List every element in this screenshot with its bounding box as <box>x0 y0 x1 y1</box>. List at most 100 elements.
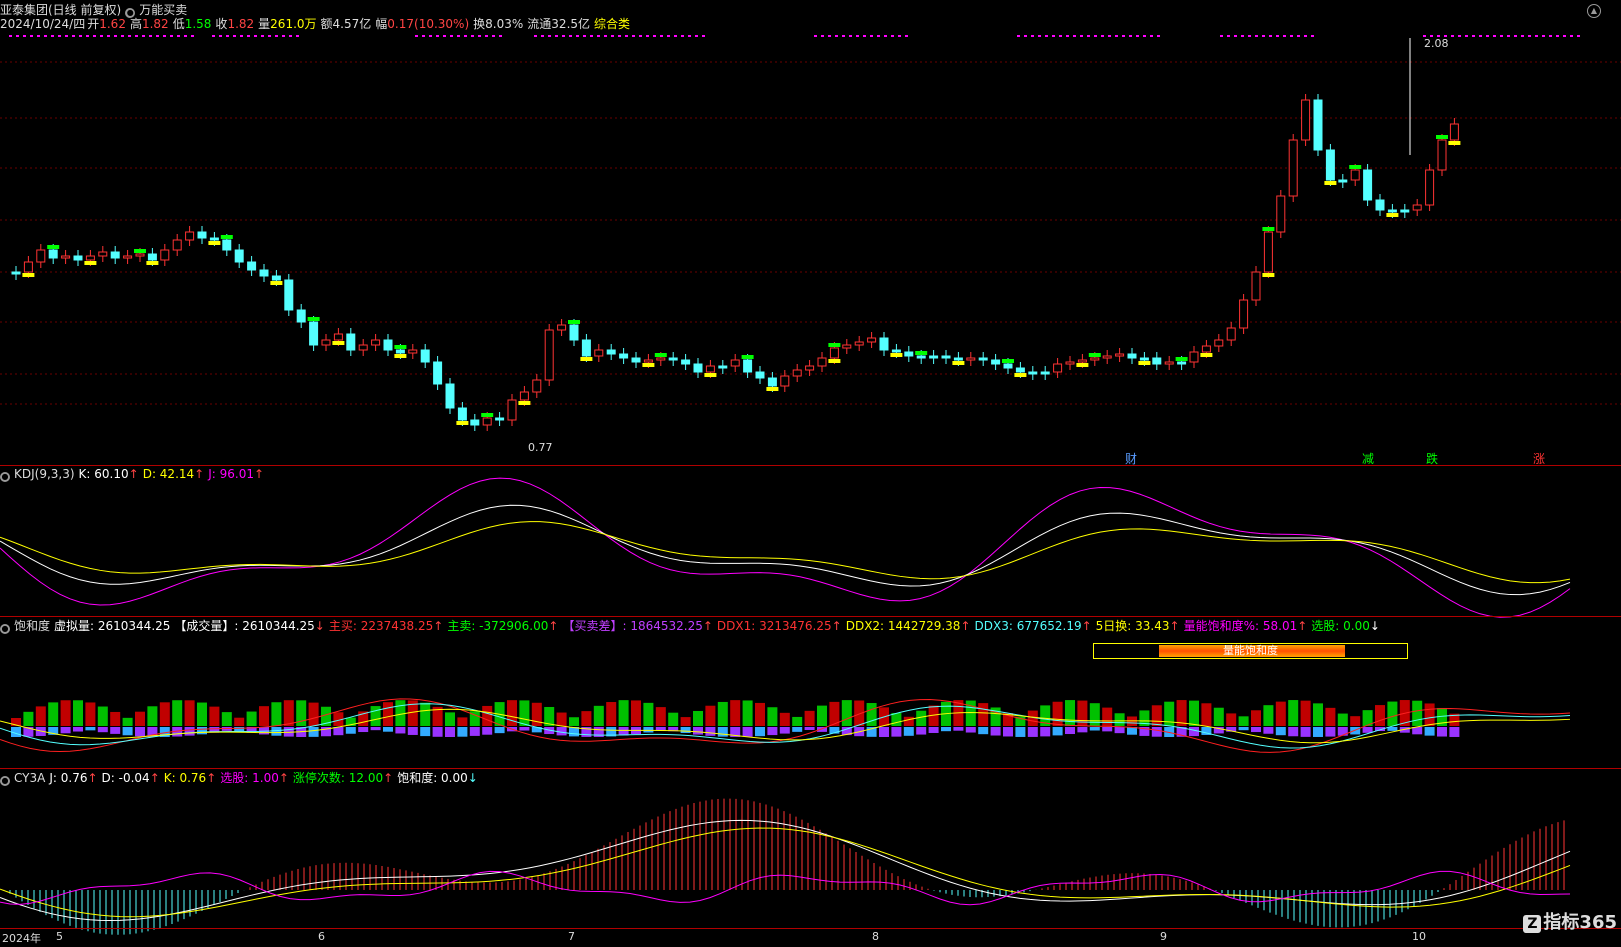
sat-bar-down <box>432 727 443 737</box>
sat-bar-up <box>110 711 121 726</box>
signal-bar-yellow <box>332 341 345 345</box>
signal-dot <box>1234 35 1237 37</box>
candle-body <box>631 357 641 363</box>
candle-body <box>147 253 157 261</box>
sat-bar-up <box>97 706 108 726</box>
panel-divider[interactable] <box>0 465 1621 466</box>
candle-body <box>284 279 294 311</box>
signal-dot <box>1150 35 1153 37</box>
kdj-settings-icon[interactable]: ● <box>0 472 10 482</box>
sat-bar-up <box>680 717 691 726</box>
signal-dot <box>93 35 96 37</box>
signal-dot <box>1570 35 1573 37</box>
sat-bar-down <box>110 727 121 734</box>
cy3a-settings-icon[interactable]: ● <box>0 776 10 786</box>
sat-settings-icon[interactable]: ● <box>0 624 10 634</box>
sat-bar-down <box>879 727 889 737</box>
panel-divider[interactable] <box>0 616 1621 617</box>
signal-dot <box>492 35 495 37</box>
candle-body <box>470 419 480 426</box>
signal-dot <box>1577 35 1580 37</box>
sat-bar-up <box>593 705 604 726</box>
sat-bar-up <box>1238 716 1249 726</box>
cy3a-ztcs: 涨停次数: 12.00 <box>292 771 384 785</box>
signal-bar-green <box>134 249 146 253</box>
kdj-name[interactable]: KDJ(9,3,3) <box>14 467 75 481</box>
signal-bar-yellow <box>1138 361 1151 365</box>
signal-dot <box>79 35 82 37</box>
candle-body <box>916 355 926 359</box>
cy3a-name[interactable]: CY3A <box>14 771 45 785</box>
sat-bar-down <box>1151 727 1162 737</box>
sat-bar-down <box>1114 727 1125 734</box>
candle-body <box>445 383 455 409</box>
candle-body <box>941 355 951 359</box>
sat-bar-up <box>866 703 877 726</box>
signal-dot <box>65 35 68 37</box>
signal-dot <box>1227 35 1230 37</box>
sat-bar-down <box>445 727 455 737</box>
sat-bar-down <box>370 727 381 731</box>
signal-dot <box>1066 35 1069 37</box>
signal-dot <box>170 35 173 37</box>
signal-dot <box>1465 35 1468 37</box>
signal-bar-yellow <box>84 261 97 265</box>
signal-dot <box>51 35 54 37</box>
candle-body <box>23 261 33 273</box>
sat-bar-up <box>1350 716 1361 726</box>
signal-dot <box>1255 35 1258 37</box>
sat-bar-up <box>841 700 852 726</box>
signal-dot <box>1031 35 1034 37</box>
sat-bar-down <box>680 727 691 733</box>
sat-bar-up <box>197 702 207 726</box>
cy3a-xg: 选股: 1.00 <box>220 771 279 785</box>
signal-dot <box>114 35 117 37</box>
signal-dot <box>597 35 600 37</box>
signal-bar-green <box>568 320 580 324</box>
sat-xnl: 虚拟量: 2610344.25 <box>54 619 171 633</box>
cy3a-header: ● CY3A J: 0.76↑ D: -0.04↑ K: 0.76↑ 选股: 1.00↑ 涨… <box>0 771 478 786</box>
sat-bar-up <box>271 702 282 726</box>
candle-body <box>557 324 567 331</box>
signal-dot <box>191 35 194 37</box>
axis-month: 6 <box>318 930 325 943</box>
signal-dot <box>415 35 418 37</box>
sat-name[interactable]: 饱和度 <box>14 619 50 633</box>
signal-dot <box>499 35 502 37</box>
panel-divider[interactable] <box>0 768 1621 769</box>
candle-body <box>309 321 319 346</box>
sat-bar-down <box>916 727 927 735</box>
signal-dot <box>16 35 19 37</box>
candle-body <box>904 351 914 357</box>
sat-bar-down <box>767 727 778 736</box>
signal-dot <box>58 35 61 37</box>
sat-ddx1: DDX1: 3213476.25 <box>716 619 832 633</box>
signal-bar-yellow <box>456 421 469 425</box>
sat-bar-down <box>135 727 145 737</box>
signal-dot <box>219 35 222 37</box>
signal-dot <box>450 35 453 37</box>
signal-dot <box>681 35 684 37</box>
signal-dot <box>1535 35 1538 37</box>
candle-body <box>730 359 740 367</box>
signal-dot <box>1269 35 1272 37</box>
signal-dot <box>625 35 628 37</box>
sat-bar-up <box>1300 700 1311 726</box>
signal-dot <box>632 35 635 37</box>
cy3a-k: K: 0.76 <box>163 771 207 785</box>
signal-dot <box>653 35 656 37</box>
candle-body <box>1251 271 1261 301</box>
signal-dot <box>240 35 243 37</box>
sat-bar-down <box>705 727 716 736</box>
sat-bar-up <box>1251 710 1261 726</box>
sat-bar-down <box>903 727 914 736</box>
sat-bar-down <box>1189 727 1199 737</box>
sat-bar-up <box>556 712 567 726</box>
candle-body <box>1363 169 1373 201</box>
candle-body <box>1412 204 1422 211</box>
sat-bar-down <box>953 727 964 731</box>
signal-dot <box>247 35 250 37</box>
signal-bar-green <box>1262 227 1275 231</box>
signal-dot <box>471 35 474 37</box>
sat-bar-down <box>1027 727 1038 737</box>
